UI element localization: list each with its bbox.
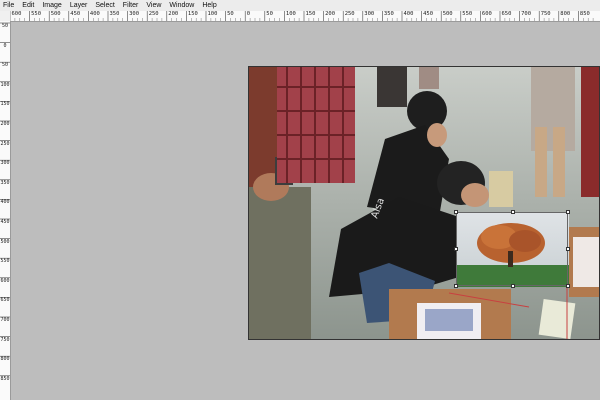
transform-selection-box[interactable] bbox=[454, 210, 570, 288]
ruler-label: 150 bbox=[187, 11, 198, 17]
ruler-label: 450 bbox=[423, 11, 434, 17]
transform-handle-top-right[interactable] bbox=[566, 210, 570, 214]
ruler-label: 200 bbox=[168, 11, 179, 17]
ruler-label: 300 bbox=[364, 11, 375, 17]
menu-file[interactable]: File bbox=[0, 0, 18, 11]
vertical-ruler[interactable]: 50 0 50 100 150 200 250 300 350 400 450 500 550 600 65… bbox=[0, 21, 11, 400]
ruler-label: 350 bbox=[109, 11, 120, 17]
ruler-label: 150 bbox=[0, 101, 10, 108]
ruler-label: 550 bbox=[462, 11, 473, 17]
ruler-label: 650 bbox=[501, 11, 512, 17]
menu-view[interactable]: View bbox=[142, 0, 165, 11]
ruler-label: 400 bbox=[89, 11, 100, 17]
ruler-label: 0 bbox=[246, 11, 250, 17]
ruler-label: 0 bbox=[3, 42, 7, 49]
ruler-label: 800 bbox=[560, 11, 571, 17]
ruler-label: 200 bbox=[325, 11, 336, 17]
ruler-label: 250 bbox=[148, 11, 159, 17]
ruler-label: 400 bbox=[403, 11, 414, 17]
horizontal-ruler[interactable]: 600 550 500 450 400 350 300 250 200 150 100 50 0 50 10… bbox=[10, 11, 600, 22]
ruler-label: 300 bbox=[129, 11, 140, 17]
ruler-label: 350 bbox=[383, 11, 394, 17]
ruler-label: 500 bbox=[442, 11, 453, 17]
menu-image[interactable]: Image bbox=[38, 0, 65, 11]
ruler-label: 700 bbox=[521, 11, 532, 17]
ruler-label: 250 bbox=[0, 140, 10, 147]
ruler-label: 250 bbox=[344, 11, 355, 17]
transform-handle-bottom[interactable] bbox=[511, 284, 515, 288]
menu-window[interactable]: Window bbox=[165, 0, 198, 11]
ruler-label: 50 bbox=[227, 11, 234, 17]
ruler-label: 600 bbox=[481, 11, 492, 17]
ruler-label: 650 bbox=[0, 297, 10, 304]
ruler-label: 750 bbox=[540, 11, 551, 17]
ruler-label: 50 bbox=[1, 62, 9, 69]
menu-layer[interactable]: Layer bbox=[66, 0, 92, 11]
ruler-label: 700 bbox=[0, 317, 10, 323]
ruler-label: 450 bbox=[70, 11, 81, 17]
ruler-label: 550 bbox=[31, 11, 42, 17]
vertical-ruler-ticks bbox=[0, 22, 10, 377]
ruler-label: 500 bbox=[0, 238, 10, 245]
ruler-label: 50 bbox=[266, 11, 273, 17]
ruler-label: 850 bbox=[579, 11, 590, 17]
ruler-label: 850 bbox=[0, 375, 10, 382]
ruler-label: 500 bbox=[50, 11, 61, 17]
ruler-label: 100 bbox=[285, 11, 296, 17]
ruler-label: 100 bbox=[207, 11, 218, 17]
ruler-label: 300 bbox=[0, 160, 10, 167]
ruler-label: 150 bbox=[305, 11, 316, 17]
transform-handle-top[interactable] bbox=[511, 210, 515, 214]
ruler-label: 800 bbox=[0, 356, 10, 363]
menu-select[interactable]: Select bbox=[91, 0, 118, 11]
menu-help[interactable]: Help bbox=[198, 0, 220, 11]
ruler-label: 350 bbox=[0, 179, 10, 186]
transform-handle-bottom-left[interactable] bbox=[454, 284, 458, 288]
ruler-label: 750 bbox=[0, 336, 10, 343]
ruler-label: 200 bbox=[0, 121, 10, 127]
ruler-label: 100 bbox=[0, 81, 10, 88]
ruler-label: 600 bbox=[0, 277, 10, 284]
ruler-label: 400 bbox=[0, 199, 10, 206]
ruler-label: 50 bbox=[1, 23, 9, 29]
transform-handle-left[interactable] bbox=[454, 247, 458, 251]
transform-handle-bottom-right[interactable] bbox=[566, 284, 570, 288]
ruler-label: 450 bbox=[0, 219, 10, 225]
transform-handle-right[interactable] bbox=[566, 247, 570, 251]
menu-filter[interactable]: Filter bbox=[119, 0, 143, 11]
photo-image: Alsa bbox=[249, 67, 599, 339]
transform-handle-top-left[interactable] bbox=[454, 210, 458, 214]
ruler-label: 550 bbox=[0, 258, 10, 265]
menu-edit[interactable]: Edit bbox=[18, 0, 38, 11]
ruler-label: 600 bbox=[11, 11, 22, 17]
document-photo[interactable]: Alsa bbox=[248, 66, 600, 340]
